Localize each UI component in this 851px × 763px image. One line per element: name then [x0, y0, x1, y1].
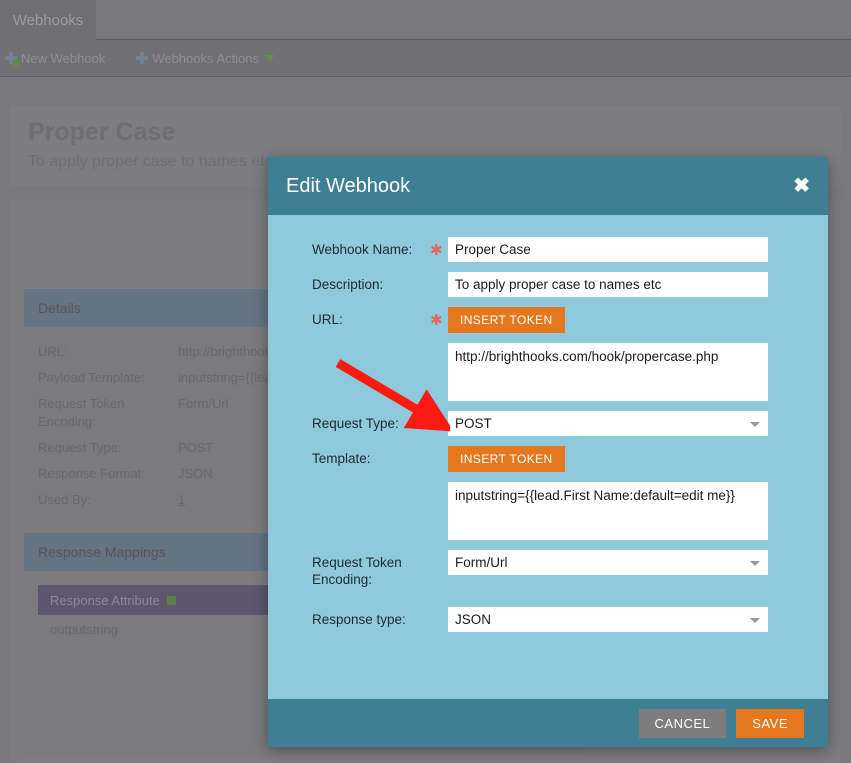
chevron-down-icon: [750, 422, 760, 427]
field-label: Request Token Encoding:: [312, 555, 402, 587]
detail-key: URL:: [38, 344, 68, 359]
plus-icon: [135, 51, 149, 65]
field-webhook-name: Webhook Name: ✱: [268, 237, 828, 262]
new-webhook-label: New Webhook: [21, 50, 106, 66]
field-label: Request Type:: [312, 416, 399, 431]
template-textarea[interactable]: inputstring={{lead.First Name:default=ed…: [448, 482, 768, 540]
chevron-down-icon: [750, 618, 760, 623]
save-button[interactable]: SAVE: [736, 708, 804, 738]
app-window: Webhooks New Webhook Webhooks Actions Pr…: [0, 0, 851, 763]
field-label: Template:: [312, 451, 371, 466]
modal-body: Webhook Name: ✱ Description: URL: ✱ IN: [268, 215, 828, 699]
field-url: URL: ✱ INSERT TOKEN: [268, 307, 828, 333]
no-asterisk: [430, 550, 448, 554]
mappings-column-label: Response Attribute: [50, 592, 160, 608]
field-label: Description:: [312, 277, 384, 292]
modal-header: Edit Webhook ✖: [268, 157, 828, 215]
chevron-down-icon: [750, 561, 760, 566]
page-title: Proper Case: [28, 118, 176, 146]
toolbar: New Webhook Webhooks Actions: [0, 40, 851, 77]
tab-webhooks[interactable]: Webhooks: [0, 0, 96, 40]
detail-key: Response Format:: [38, 466, 145, 481]
detail-key: Request Type:: [38, 440, 122, 455]
edit-webhook-modal: Edit Webhook ✖ Webhook Name: ✱ Descripti…: [268, 157, 828, 747]
required-asterisk: ✱: [430, 416, 443, 433]
mapping-attribute: outputstring: [50, 621, 118, 637]
detail-key: Request Token Encoding:: [38, 396, 125, 429]
no-asterisk: [430, 607, 448, 611]
request-token-encoding-select[interactable]: Form/Url: [448, 550, 768, 575]
no-asterisk: [430, 446, 448, 450]
tab-bar: Webhooks: [0, 0, 851, 40]
new-webhook-button[interactable]: New Webhook: [4, 51, 105, 66]
url-insert-token-button[interactable]: INSERT TOKEN: [448, 307, 565, 333]
request-type-value: POST: [455, 416, 492, 431]
required-asterisk: ✱: [430, 242, 443, 259]
field-label: Webhook Name:: [312, 242, 413, 257]
field-template-textarea-row: inputstring={{lead.First Name:default=ed…: [268, 482, 828, 540]
field-response-type: Response type: JSON: [268, 607, 828, 632]
plus-icon: [4, 51, 19, 66]
field-label: Response type:: [312, 612, 406, 627]
tab-webhooks-label: Webhooks: [12, 11, 84, 29]
description-input[interactable]: [448, 272, 768, 297]
field-request-type: Request Type: ✱ POST: [268, 411, 828, 436]
details-panel-title: Details: [38, 300, 81, 316]
mappings-panel-title: Response Mappings: [38, 544, 166, 560]
modal-footer: CANCEL SAVE: [268, 699, 828, 747]
request-type-select[interactable]: POST: [448, 411, 768, 436]
field-template: Template: INSERT TOKEN: [268, 446, 828, 472]
required-asterisk: ✱: [430, 312, 443, 329]
webhook-name-input[interactable]: [448, 237, 768, 262]
request-token-encoding-value: Form/Url: [455, 555, 508, 570]
cancel-button[interactable]: CANCEL: [638, 708, 727, 738]
webhooks-actions-button[interactable]: Webhooks Actions: [135, 50, 276, 66]
response-type-value: JSON: [455, 612, 492, 627]
modal-title: Edit Webhook: [286, 174, 411, 197]
field-request-token-encoding: Request Token Encoding: Form/Url: [268, 550, 828, 588]
page-subtitle: To apply proper case to names etc: [28, 153, 273, 170]
detail-key: Payload Template:: [38, 370, 145, 385]
sort-icon[interactable]: [166, 595, 176, 605]
webhooks-actions-label: Webhooks Actions: [152, 50, 260, 66]
close-icon[interactable]: ✖: [793, 176, 810, 196]
template-insert-token-button[interactable]: INSERT TOKEN: [448, 446, 565, 472]
field-url-textarea-row: http://brighthooks.com/hook/propercase.p…: [268, 343, 828, 401]
field-label: URL:: [312, 312, 343, 327]
detail-key: Used By:: [38, 492, 91, 507]
chevron-down-icon[interactable]: [265, 55, 276, 61]
response-type-select[interactable]: JSON: [448, 607, 768, 632]
no-asterisk: [430, 272, 448, 276]
url-textarea[interactable]: http://brighthooks.com/hook/propercase.p…: [448, 343, 768, 401]
field-description: Description:: [268, 272, 828, 297]
